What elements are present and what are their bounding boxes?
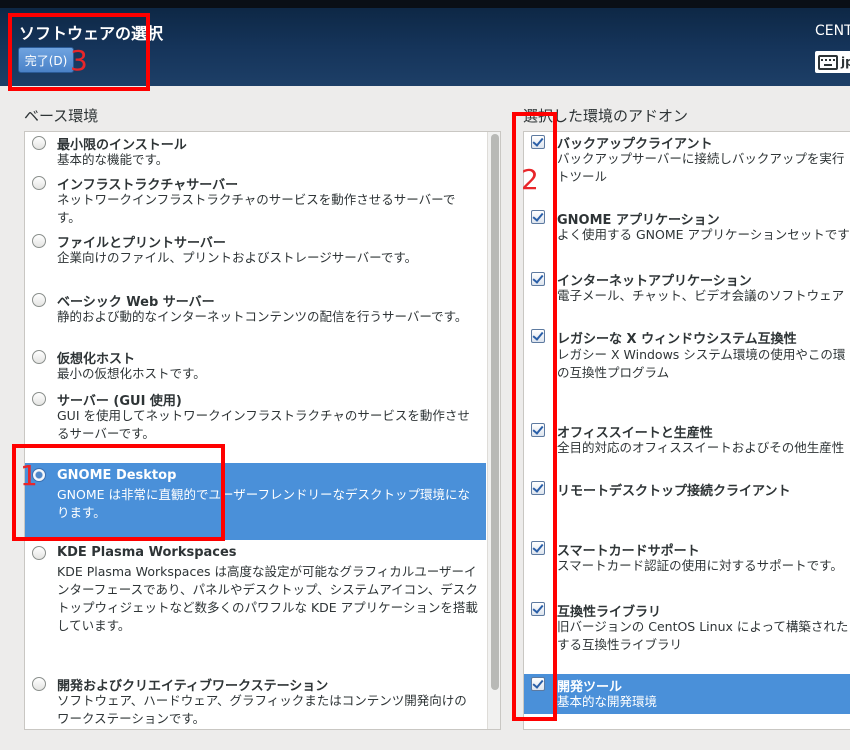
env-item-description: ネットワークインフラストラクチャのサービスを動作させるサーバーです。	[57, 192, 456, 225]
addon-item-description: スマートカード認証の使用に対するサポートです。	[557, 558, 843, 573]
env-item-description: KDE Plasma Workspaces は高度な設定が可能なグラフィカルユー…	[57, 564, 478, 633]
keyboard-layout-indicator[interactable]: jp	[815, 51, 850, 73]
annotation-box-1	[12, 444, 225, 541]
addon-item-office-suite[interactable]: オフィススイートと生産性 全目的対応のオフィススイートおよびその他生産性	[524, 420, 850, 478]
addon-item-description: 電子メール、チャット、ビデオ会議のソフトウェア	[557, 288, 845, 303]
radio-button[interactable]	[32, 293, 46, 307]
addons-list: バックアップクライアント バックアップサーバーに接続しバックアップを実行 トツー…	[523, 131, 850, 730]
addon-item-description: レガシー X Windows システム環境の使用やこの環 の互換性プログラム	[557, 347, 846, 380]
env-item-file-print-server[interactable]: ファイルとプリントサーバー 企業向けのファイル、プリントおよびストレージサーバー…	[25, 230, 486, 288]
annotation-box-2	[512, 112, 557, 721]
list-scrollbar[interactable]	[487, 132, 500, 729]
env-item-description: 基本的な機能です。	[57, 152, 169, 167]
addon-item-title: リモートデスクトップ接続クライアント	[557, 484, 791, 499]
radio-button[interactable]	[32, 350, 46, 364]
addon-item-title: レガシーな X ウィンドウシステム互換性	[557, 332, 797, 347]
addon-item-internet-applications[interactable]: インターネットアプリケーション 電子メール、チャット、ビデオ会議のソフトウェア	[524, 268, 850, 326]
env-item-minimal[interactable]: 最小限のインストール 基本的な機能です。	[25, 132, 486, 172]
addon-item-description: 旧バージョンの CentOS Linux によって構築された する互換性ライブラ…	[557, 619, 849, 652]
radio-button[interactable]	[32, 546, 46, 560]
product-name: CENT	[815, 23, 850, 39]
base-environment-heading: ベース環境	[24, 107, 99, 125]
annotation-number-2: 2	[521, 163, 539, 196]
addon-item-description: 基本的な開発環境	[557, 694, 658, 709]
radio-button[interactable]	[32, 234, 46, 248]
addon-item-legacy-x-compat[interactable]: レガシーな X ウィンドウシステム互換性 レガシー X Windows システム…	[524, 326, 850, 420]
env-item-description: ソフトウェア、ハードウェア、グラフィックまたはコンテンツ開発向けのワークステーシ…	[57, 693, 467, 726]
radio-button[interactable]	[32, 677, 46, 691]
addon-item-development-tools[interactable]: 開発ツール 基本的な開発環境	[524, 674, 850, 714]
env-item-dev-creative-workstation[interactable]: 開発およびクリエイティブワークステーション ソフトウェア、ハードウェア、グラフィ…	[25, 673, 486, 729]
annotation-number-3: 3	[70, 44, 88, 77]
env-item-infrastructure-server[interactable]: インフラストラクチャサーバー ネットワークインフラストラクチャのサービスを動作さ…	[25, 172, 486, 230]
addon-item-description: 全目的対応のオフィススイートおよびその他生産性	[557, 440, 845, 455]
keyboard-layout-label: jp	[841, 55, 850, 69]
addon-item-remote-desktop-clients[interactable]: リモートデスクトップ接続クライアント	[524, 478, 850, 538]
addon-item-description: バックアップサーバーに接続しバックアップを実行 トツール	[557, 151, 845, 184]
addon-item-smart-card-support[interactable]: スマートカードサポート スマートカード認証の使用に対するサポートです。	[524, 538, 850, 600]
env-item-description: 静的および動的なインターネットコンテンツの配信を行うサーバーです。	[57, 309, 468, 324]
base-environment-list: 最小限のインストール 基本的な機能です。 インフラストラクチャサーバー ネットワ…	[24, 131, 501, 730]
radio-button[interactable]	[32, 176, 46, 190]
keyboard-icon	[818, 54, 838, 70]
addon-item-compat-libraries[interactable]: 互換性ライブラリ 旧バージョンの CentOS Linux によって構築された …	[524, 600, 850, 674]
env-item-description: 最小の仮想化ホストです。	[57, 366, 206, 381]
env-item-description: 企業向けのファイル、プリントおよびストレージサーバーです。	[57, 250, 418, 265]
addon-item-gnome-applications[interactable]: GNOME アプリケーション よく使用する GNOME アプリケーションセットで…	[524, 208, 850, 268]
addon-item-backup-client[interactable]: バックアップクライアント バックアップサーバーに接続しバックアップを実行 トツー…	[524, 132, 850, 208]
env-item-basic-web-server[interactable]: ベーシック Web サーバー 静的および動的なインターネットコンテンツの配信を行…	[25, 288, 486, 346]
scrollbar-thumb[interactable]	[491, 134, 499, 690]
env-item-description: GUI を使用してネットワークインフラストラクチャのサービスを動作させるサーバー…	[57, 408, 470, 441]
radio-button[interactable]	[32, 136, 46, 150]
env-item-virtualization-host[interactable]: 仮想化ホスト 最小の仮想化ホストです。	[25, 346, 486, 388]
addon-item-description: よく使用する GNOME アプリケーションセットです	[557, 227, 850, 242]
env-item-title: KDE Plasma Workspaces	[57, 545, 237, 560]
radio-button[interactable]	[32, 392, 46, 406]
annotation-number-1: 1	[20, 459, 38, 492]
env-item-kde-plasma[interactable]: KDE Plasma Workspaces KDE Plasma Workspa…	[25, 540, 486, 673]
